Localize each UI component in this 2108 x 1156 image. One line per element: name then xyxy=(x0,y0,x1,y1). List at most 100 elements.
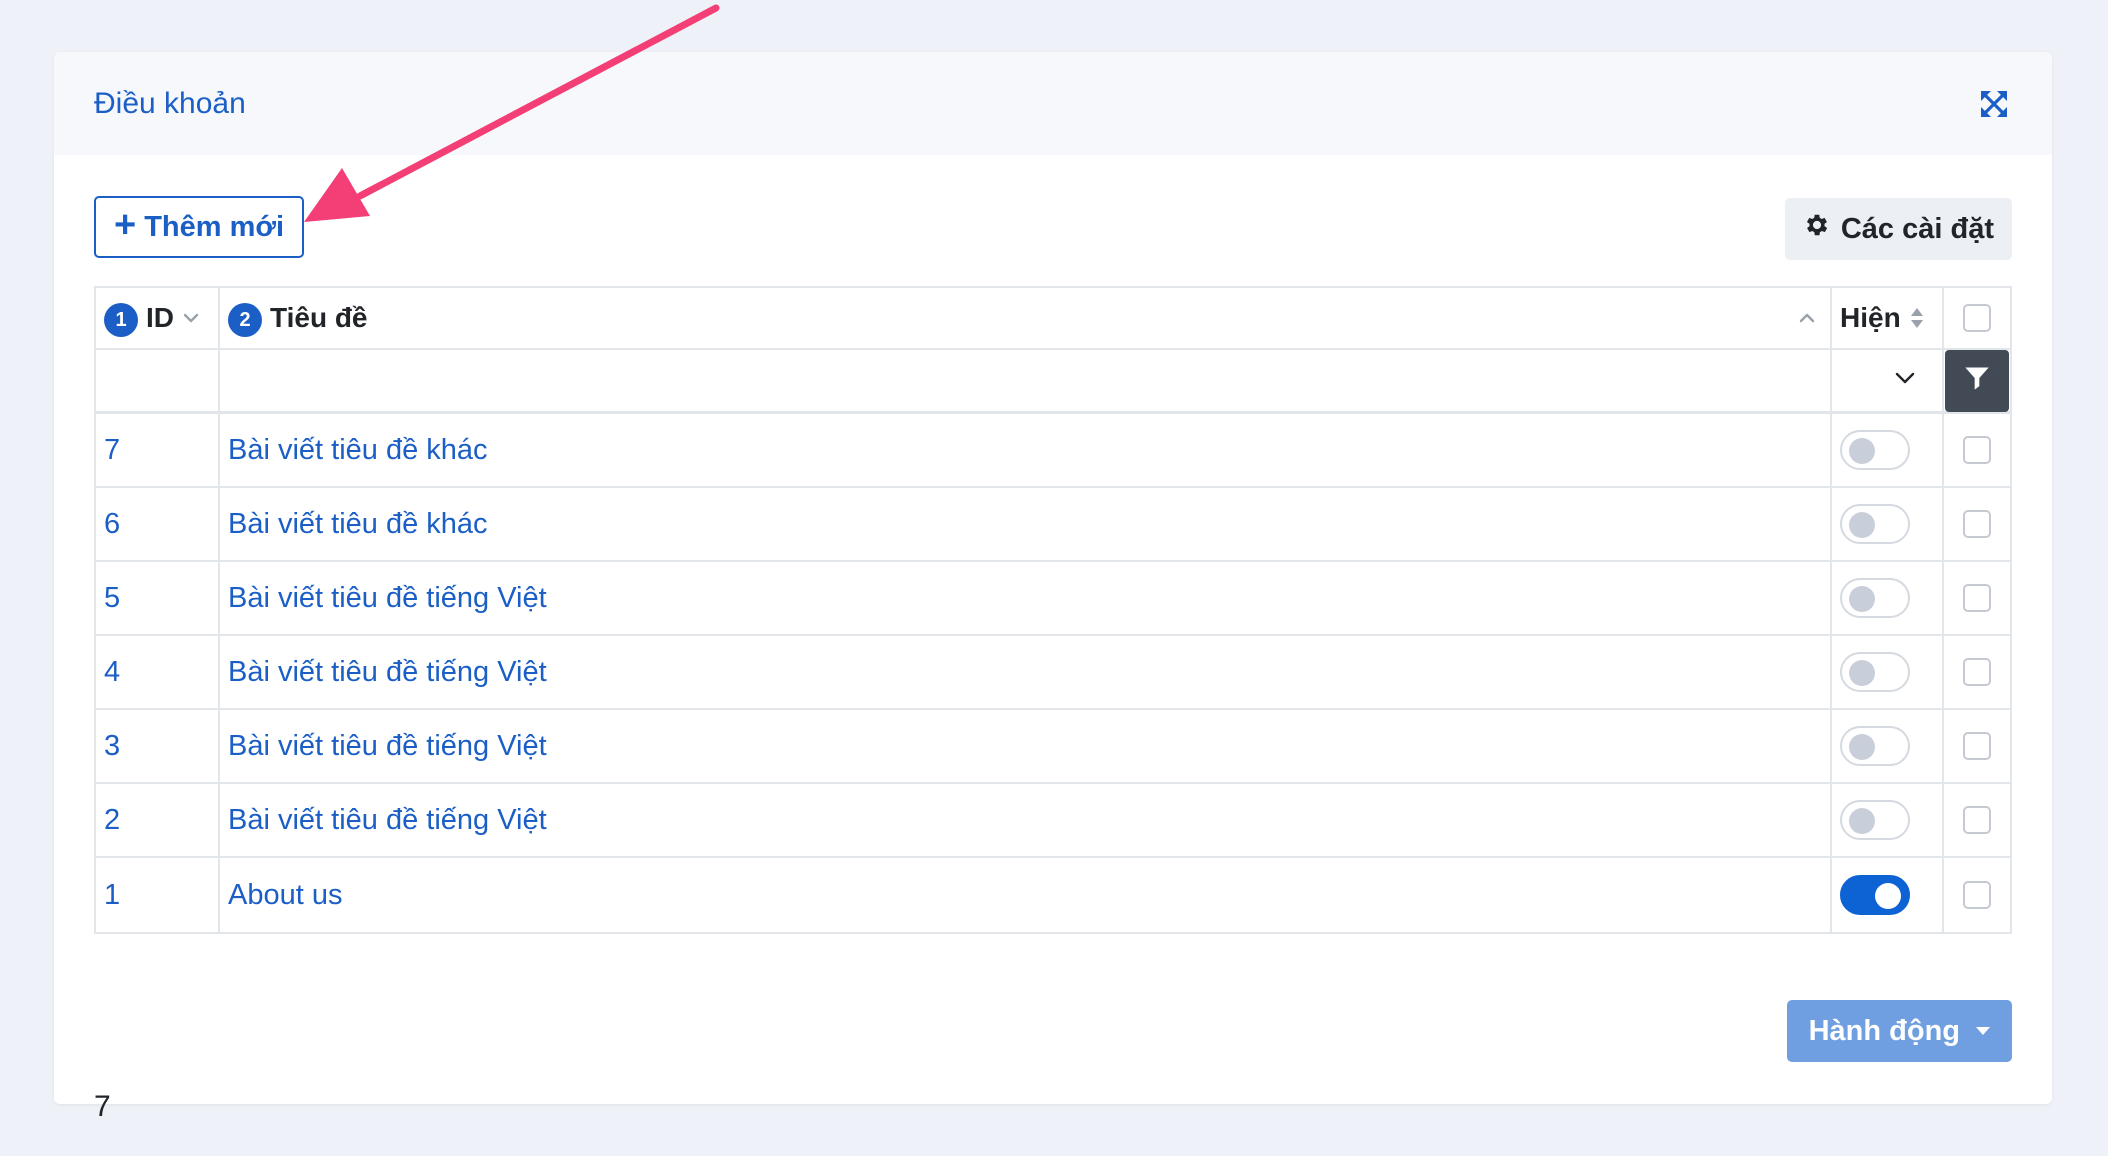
plus-icon: + xyxy=(114,204,137,246)
cell-select xyxy=(1944,488,2010,560)
row-id-link[interactable]: 7 xyxy=(104,434,120,467)
show-toggle[interactable] xyxy=(1840,800,1910,840)
filter-show-select[interactable] xyxy=(1832,350,1944,411)
cell-id: 2 xyxy=(96,784,220,856)
settings-button[interactable]: Các cài đặt xyxy=(1784,198,2012,260)
row-id-link[interactable]: 3 xyxy=(104,730,120,763)
chevron-down-icon xyxy=(1894,371,1916,390)
actions-label: Hành động xyxy=(1808,1014,1960,1047)
row-checkbox[interactable] xyxy=(1963,584,1991,612)
cell-id: 7 xyxy=(96,414,220,486)
sort-icon xyxy=(1909,306,1925,330)
show-toggle[interactable] xyxy=(1840,504,1910,544)
column-label-title: Tiêu đề xyxy=(270,302,368,333)
cell-id: 5 xyxy=(96,562,220,634)
terms-table: 1 ID 2 Tiêu đề Hiện 7 Bài viết tiêu đề k… xyxy=(94,286,2012,934)
table-row: 5 Bài viết tiêu đề tiếng Việt xyxy=(96,562,2010,636)
add-new-label: Thêm mới xyxy=(144,210,285,243)
expand-icon[interactable] xyxy=(1976,86,2012,122)
row-title-link[interactable]: Bài viết tiêu đề khác xyxy=(228,508,488,541)
column-header-id[interactable]: 1 ID xyxy=(96,288,220,348)
row-checkbox[interactable] xyxy=(1963,732,1991,760)
cell-select xyxy=(1944,784,2010,856)
filter-title[interactable] xyxy=(220,350,1832,411)
row-title-link[interactable]: Bài viết tiêu đề tiếng Việt xyxy=(228,582,547,615)
card-header: Điều khoản xyxy=(54,52,2052,155)
row-id-link[interactable]: 2 xyxy=(104,804,120,837)
row-title-link[interactable]: Bài viết tiêu đề khác xyxy=(228,434,488,467)
row-title-link[interactable]: Bài viết tiêu đề tiếng Việt xyxy=(228,730,547,763)
show-toggle[interactable] xyxy=(1840,726,1910,766)
row-checkbox[interactable] xyxy=(1963,436,1991,464)
column-header-show[interactable]: Hiện xyxy=(1832,288,1944,348)
select-all-checkbox[interactable] xyxy=(1963,304,1991,332)
chevron-down-icon xyxy=(182,312,200,324)
show-toggle[interactable] xyxy=(1840,875,1910,915)
cell-show xyxy=(1832,562,1944,634)
show-toggle[interactable] xyxy=(1840,652,1910,692)
total-count: 7 xyxy=(94,1090,111,1123)
column-label-id: ID xyxy=(146,302,174,333)
show-toggle[interactable] xyxy=(1840,578,1910,618)
toggle-knob xyxy=(1849,660,1875,686)
table-row: 2 Bài viết tiêu đề tiếng Việt xyxy=(96,784,2010,858)
filter-icon xyxy=(1963,364,1991,397)
chevron-up-icon xyxy=(1798,312,1816,324)
filter-id[interactable] xyxy=(96,350,220,411)
row-title-link[interactable]: About us xyxy=(228,879,342,912)
toggle-knob xyxy=(1849,512,1875,538)
row-checkbox[interactable] xyxy=(1963,510,1991,538)
row-id-link[interactable]: 5 xyxy=(104,582,120,615)
row-title-link[interactable]: Bài viết tiêu đề tiếng Việt xyxy=(228,656,547,689)
table-row: 3 Bài viết tiêu đề tiếng Việt xyxy=(96,710,2010,784)
row-checkbox[interactable] xyxy=(1963,881,1991,909)
cell-select xyxy=(1944,562,2010,634)
cell-id: 6 xyxy=(96,488,220,560)
row-id-link[interactable]: 1 xyxy=(104,879,120,912)
row-title-link[interactable]: Bài viết tiêu đề tiếng Việt xyxy=(228,804,547,837)
toggle-knob xyxy=(1849,438,1875,464)
table-header-row: 1 ID 2 Tiêu đề Hiện xyxy=(96,288,2010,350)
cell-select xyxy=(1944,710,2010,782)
row-checkbox[interactable] xyxy=(1963,806,1991,834)
row-id-link[interactable]: 4 xyxy=(104,656,120,689)
cell-title: About us xyxy=(220,858,1832,932)
column-label-show: Hiện xyxy=(1840,302,1901,333)
caret-down-icon xyxy=(1976,1027,1990,1035)
cell-id: 3 xyxy=(96,710,220,782)
gear-icon xyxy=(1803,211,1831,247)
terms-card: Điều khoản + Thêm mới Các cài đặt 1 ID 2… xyxy=(54,52,2052,1123)
cell-show xyxy=(1832,858,1944,932)
add-new-button[interactable]: + Thêm mới xyxy=(94,196,305,258)
table-row: 1 About us xyxy=(96,858,2010,932)
cell-show xyxy=(1832,710,1944,782)
cell-id: 4 xyxy=(96,636,220,708)
cell-show xyxy=(1832,414,1944,486)
sort-order-badge: 2 xyxy=(228,303,262,337)
filter-row xyxy=(96,349,2010,414)
cell-select xyxy=(1944,858,2010,932)
filter-button[interactable] xyxy=(1945,349,2009,412)
actions-dropdown-button[interactable]: Hành động xyxy=(1786,1000,2012,1062)
cell-id: 1 xyxy=(96,858,220,932)
page-title: Điều khoản xyxy=(94,86,246,120)
toggle-knob xyxy=(1849,808,1875,834)
cell-show xyxy=(1832,784,1944,856)
cell-title: Bài viết tiêu đề khác xyxy=(220,488,1832,560)
show-toggle[interactable] xyxy=(1840,430,1910,470)
cell-title: Bài viết tiêu đề tiếng Việt xyxy=(220,562,1832,634)
cell-select xyxy=(1944,636,2010,708)
cell-title: Bài viết tiêu đề khác xyxy=(220,414,1832,486)
cell-select xyxy=(1944,414,2010,486)
cell-title: Bài viết tiêu đề tiếng Việt xyxy=(220,784,1832,856)
cell-title: Bài viết tiêu đề tiếng Việt xyxy=(220,636,1832,708)
row-checkbox[interactable] xyxy=(1963,658,1991,686)
table-row: 7 Bài viết tiêu đề khác xyxy=(96,414,2010,488)
cell-title: Bài viết tiêu đề tiếng Việt xyxy=(220,710,1832,782)
toggle-knob xyxy=(1875,883,1901,909)
column-header-title[interactable]: 2 Tiêu đề xyxy=(220,288,1832,348)
toolbar: + Thêm mới Các cài đặt xyxy=(94,196,2012,260)
cell-show xyxy=(1832,636,1944,708)
settings-label: Các cài đặt xyxy=(1840,212,1994,245)
row-id-link[interactable]: 6 xyxy=(104,508,120,541)
